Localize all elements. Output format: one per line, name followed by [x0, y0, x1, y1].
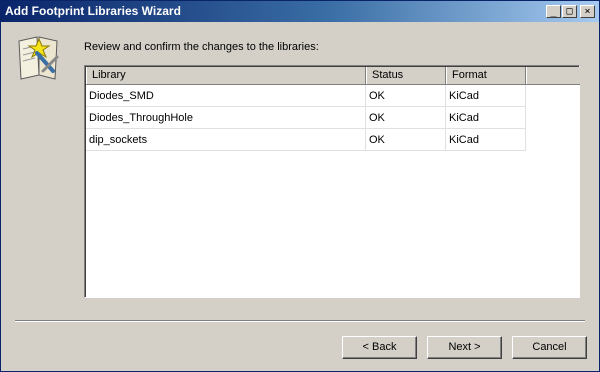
maximize-icon: □ — [566, 6, 573, 17]
library-cell: Diodes_ThroughHole — [86, 107, 366, 129]
status-cell: OK — [366, 85, 446, 107]
window-title: Add Footprint Libraries Wizard — [5, 4, 181, 18]
column-header-library[interactable]: Library — [86, 67, 366, 84]
column-header-filler — [526, 67, 580, 84]
title-bar[interactable]: Add Footprint Libraries Wizard _ □ × — [1, 1, 599, 22]
libraries-table[interactable]: Library Status Format Diodes_SMD OK KiCa… — [84, 65, 580, 298]
button-separator — [15, 320, 585, 322]
format-cell: KiCad — [446, 107, 526, 129]
minimize-icon: _ — [550, 6, 557, 17]
page-heading: Review and confirm the changes to the li… — [84, 41, 319, 53]
table-header: Library Status Format — [86, 67, 580, 85]
library-cell: dip_sockets — [86, 129, 366, 151]
back-button[interactable]: < Back — [342, 336, 417, 359]
wizard-icon — [18, 36, 59, 80]
format-cell: KiCad — [446, 85, 526, 107]
maximize-button[interactable]: □ — [562, 5, 577, 18]
table-row[interactable]: Diodes_ThroughHole OK KiCad — [86, 107, 526, 129]
format-cell: KiCad — [446, 129, 526, 151]
cancel-button[interactable]: Cancel — [512, 336, 587, 359]
table-row[interactable]: dip_sockets OK KiCad — [86, 129, 526, 151]
library-cell: Diodes_SMD — [86, 85, 366, 107]
close-button[interactable]: × — [580, 5, 595, 18]
status-cell: OK — [366, 129, 446, 151]
status-cell: OK — [366, 107, 446, 129]
table-row[interactable]: Diodes_SMD OK KiCad — [86, 85, 526, 107]
close-icon: × — [584, 6, 591, 17]
minimize-button[interactable]: _ — [546, 5, 561, 18]
column-header-status[interactable]: Status — [366, 67, 446, 84]
column-header-format[interactable]: Format — [446, 67, 526, 84]
wizard-window: Add Footprint Libraries Wizard _ □ × Rev… — [0, 0, 600, 372]
next-button[interactable]: Next > — [427, 336, 502, 359]
